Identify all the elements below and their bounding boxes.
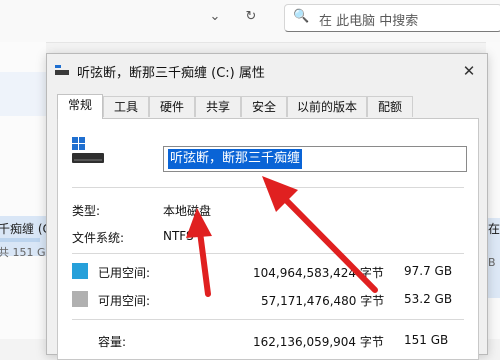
used-space-swatch	[72, 263, 88, 279]
divider	[72, 319, 464, 320]
refresh-icon[interactable]: ↻	[236, 6, 266, 28]
right-pane-text: B	[488, 256, 496, 269]
navigation-pane	[0, 42, 46, 339]
drive-c-tile[interactable]: 千痴缠 (C 共 151 GB	[0, 216, 53, 259]
tab-security[interactable]: 安全	[241, 96, 287, 117]
tab-quota[interactable]: 配额	[367, 96, 413, 117]
drive-usage-bar	[0, 238, 40, 242]
capacity-size: 151 GB	[404, 333, 449, 347]
drive-icon	[72, 137, 104, 163]
search-input[interactable]: 🔍 在 此电脑 中搜索	[284, 4, 500, 32]
right-pane-text: 在	[488, 222, 500, 236]
type-label: 类型:	[72, 204, 101, 218]
drive-tile-name: 千痴缠 (C	[0, 222, 51, 236]
free-space-swatch	[72, 291, 88, 307]
type-value: 本地磁盘	[163, 204, 212, 218]
capacity-bytes: 162,136,059,904 字节	[253, 335, 384, 349]
tab-hardware[interactable]: 硬件	[149, 96, 195, 117]
used-space-label: 已用空间:	[98, 266, 151, 280]
chevron-down-icon[interactable]: ⌄	[200, 6, 230, 28]
free-space-size: 53.2 GB	[404, 292, 453, 306]
divider	[72, 187, 464, 188]
tab-previous-versions[interactable]: 以前的版本	[287, 96, 367, 117]
close-button[interactable]: ✕	[457, 60, 481, 82]
capacity-label: 容量:	[98, 335, 127, 349]
used-space-bytes: 104,964,583,424 字节	[253, 266, 384, 280]
file-system-value: NTFS	[163, 229, 194, 243]
dialog-title: 听弦断，断那三千痴缠 (C:) 属性	[77, 66, 265, 81]
tab-tools[interactable]: 工具	[103, 96, 149, 117]
nav-pane-band	[0, 72, 46, 116]
general-tab-panel: 听弦断，断那三千痴缠 类型: 本地磁盘 文件系统: NTFS 已用空间: 104…	[57, 118, 479, 360]
file-system-label: 文件系统:	[72, 231, 125, 245]
properties-dialog: 听弦断，断那三千痴缠 (C:) 属性 ✕ 常规 工具 硬件 共享 安全 以前的版…	[46, 53, 488, 360]
used-space-size: 97.7 GB	[404, 264, 453, 278]
dialog-title-bar[interactable]: 听弦断，断那三千痴缠 (C:) 属性 ✕	[47, 54, 487, 88]
explorer-toolbar: ⌄ ↻ 🔍 在 此电脑 中搜索	[0, 0, 500, 43]
drive-icon	[55, 65, 69, 75]
divider	[72, 253, 464, 254]
tab-general[interactable]: 常规	[57, 94, 103, 119]
drive-name-selected-text: 听弦断，断那三千痴缠	[168, 149, 303, 169]
search-icon: 🔍	[293, 9, 310, 24]
explorer-right-pane: 在 B	[486, 42, 500, 339]
drive-name-field[interactable]: 听弦断，断那三千痴缠	[163, 146, 467, 172]
search-placeholder: 在 此电脑 中搜索	[319, 14, 419, 29]
free-space-label: 可用空间:	[98, 294, 151, 308]
tab-sharing[interactable]: 共享	[195, 96, 241, 117]
free-space-bytes: 57,171,476,480 字节	[261, 294, 385, 308]
